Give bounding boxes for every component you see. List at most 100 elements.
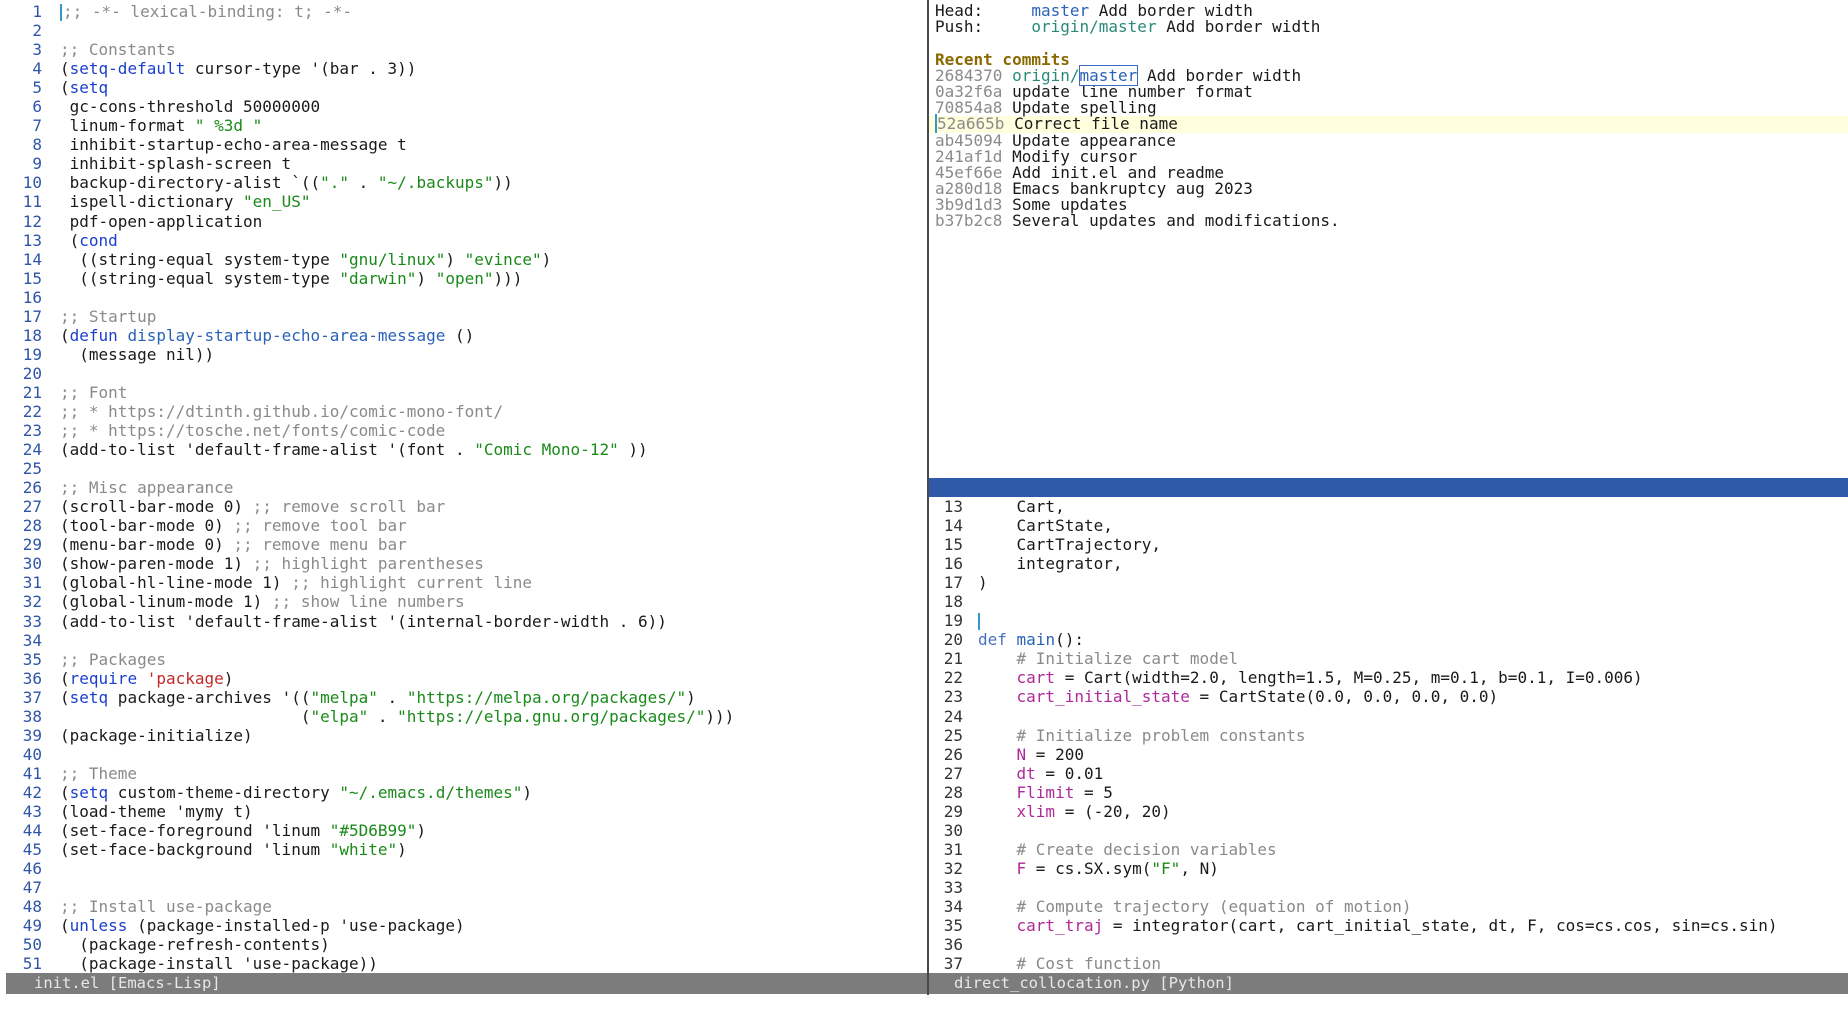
code-token: setq-default [69, 59, 186, 79]
code-line[interactable]: 21 ;; Font [0, 383, 927, 402]
code-line[interactable]: 25 # Initialize problem constants [929, 726, 1848, 745]
code-line[interactable]: 15 ((string-equal system-type "darwin") … [0, 269, 927, 288]
code-line[interactable]: 50 (package-refresh-contents) [0, 935, 927, 954]
code-line[interactable]: 8 inhibit-startup-echo-area-message t [0, 135, 927, 154]
editor-pane-direct-collocation[interactable]: 13 Cart, 14 CartState, 15 CartTrajectory, 1… [929, 497, 1848, 973]
code-line[interactable]: 32 (global-linum-mode 1) ;; show line num… [0, 592, 927, 611]
code-line[interactable]: 23 cart_initial_state = CartState(0.0, 0… [929, 687, 1848, 706]
code-line[interactable]: 45 (set-face-background 'linum "white") [0, 840, 927, 859]
code-line[interactable]: 48 ;; Install use-package [0, 897, 927, 916]
line-number: 3 [32, 40, 42, 60]
line-number: 32 [22, 592, 42, 612]
code-line[interactable]: 26 N = 200 [929, 745, 1848, 764]
code-line[interactable]: 9 inhibit-splash-screen t [0, 154, 927, 173]
code-line[interactable]: 21 # Initialize cart model [929, 649, 1848, 668]
code-line[interactable]: 24 [929, 707, 1848, 726]
code-token: "https://elpa.gnu.org/packages/" [397, 706, 706, 726]
code-line[interactable]: 36 [929, 935, 1848, 954]
code-line[interactable]: 37 # Cost function [929, 954, 1848, 973]
line-number: 11 [22, 192, 42, 212]
code-line[interactable]: 47 [0, 878, 927, 897]
code-line[interactable]: 22 ;; * https://dtinth.github.io/comic-mo… [0, 402, 927, 421]
line-number: 4 [32, 59, 42, 79]
code-line[interactable]: 31 (global-hl-line-mode 1) ;; highlight c… [0, 573, 927, 592]
code-line[interactable]: 44 (set-face-foreground 'linum "#5D6B99") [0, 821, 927, 840]
code-line[interactable]: 38 ("elpa" . "https://elpa.gnu.org/packa… [0, 707, 927, 726]
code-line[interactable]: 30 (show-paren-mode 1) ;; highlight paren… [0, 554, 927, 573]
code-text: (setq [60, 78, 108, 97]
code-line[interactable]: 23 ;; * https://tosche.net/fonts/comic-co… [0, 421, 927, 440]
code-line[interactable]: 24 (add-to-list 'default-frame-alist '(fo… [0, 440, 927, 459]
code-line[interactable]: 31 # Create decision variables [929, 840, 1848, 859]
code-line[interactable]: 17 ;; Startup [0, 307, 927, 326]
code-line[interactable]: 41 ;; Theme [0, 764, 927, 783]
code-line[interactable]: 27 dt = 0.01 [929, 764, 1848, 783]
editor-pane-init-el[interactable]: 1 ;; -*- lexical-binding: t; -*- 2 3 ;; Cons… [0, 0, 927, 973]
code-line[interactable]: 34 [0, 631, 927, 650]
code-line[interactable]: 20 [0, 364, 927, 383]
code-line[interactable]: 7 linum-format " %3d " [0, 116, 927, 135]
code-line[interactable]: 29 (menu-bar-mode 0) ;; remove menu bar [0, 535, 927, 554]
code-line[interactable]: 25 [0, 459, 927, 478]
push-branch[interactable]: origin/master [1031, 17, 1156, 36]
code-line[interactable]: 15 CartTrajectory, [929, 535, 1848, 554]
code-text: (message nil)) [60, 345, 214, 364]
code-line[interactable]: 16 [0, 288, 927, 307]
code-line[interactable]: 13 (cond [0, 231, 927, 250]
code-line[interactable]: 19 [929, 611, 1848, 631]
code-line[interactable]: 20 def main(): [929, 630, 1848, 649]
code-line[interactable]: 39 (package-initialize) [0, 726, 927, 745]
code-line[interactable]: 35 cart_traj = integrator(cart, cart_ini… [929, 916, 1848, 935]
code-line[interactable]: 6 gc-cons-threshold 50000000 [0, 97, 927, 116]
code-line[interactable]: 33 [929, 878, 1848, 897]
code-line[interactable]: 28 (tool-bar-mode 0) ;; remove tool bar [0, 516, 927, 535]
code-line[interactable]: 29 xlim = (-20, 20) [929, 802, 1848, 821]
code-line[interactable]: 11 ispell-dictionary "en_US" [0, 192, 927, 211]
code-line[interactable]: 49 (unless (package-installed-p 'use-pack… [0, 916, 927, 935]
code-line[interactable]: 14 ((string-equal system-type "gnu/linux… [0, 250, 927, 269]
code-line[interactable]: 34 # Compute trajectory (equation of mot… [929, 897, 1848, 916]
code-line[interactable]: 19 (message nil)) [0, 345, 927, 364]
magit-status-pane[interactable]: Head: master Add border width Push: orig… [929, 0, 1848, 478]
code-line[interactable]: 1 ;; -*- lexical-binding: t; -*- [0, 2, 927, 21]
code-line[interactable]: 13 Cart, [929, 497, 1848, 516]
commit-hash[interactable]: b37b2c8 [935, 211, 1002, 230]
code-text: CartTrajectory, [978, 535, 1162, 554]
code-line[interactable]: 36 (require 'package) [0, 669, 927, 688]
code-token: "gnu/linux" [339, 249, 446, 269]
code-line[interactable]: 22 cart = Cart(width=2.0, length=1.5, M=… [929, 668, 1848, 687]
code-line[interactable]: 10 backup-directory-alist `(("." . "~/.b… [0, 173, 927, 192]
code-line[interactable]: 3 ;; Constants [0, 40, 927, 59]
code-text: (package-initialize) [60, 726, 253, 745]
code-line[interactable]: 16 integrator, [929, 554, 1848, 573]
code-line[interactable]: 42 (setq custom-theme-directory "~/.emacs… [0, 783, 927, 802]
code-token: (tool-bar-mode 0) [60, 516, 234, 536]
code-line[interactable]: 18 [929, 592, 1848, 611]
code-line[interactable]: 46 [0, 859, 927, 878]
code-line[interactable]: 2 [0, 21, 927, 40]
code-line[interactable]: 26 ;; Misc appearance [0, 478, 927, 497]
code-line[interactable]: 35 ;; Packages [0, 650, 927, 669]
code-line[interactable]: 27 (scroll-bar-mode 0) ;; remove scroll b… [0, 497, 927, 516]
code-token: 'package [146, 668, 224, 688]
code-line[interactable]: 33 (add-to-list 'default-frame-alist '(in… [0, 612, 927, 631]
code-line[interactable]: 18 (defun display-startup-echo-area-messa… [0, 326, 927, 345]
code-line[interactable]: 37 (setq package-archives '(("melpa" . "h… [0, 688, 927, 707]
line-number: 16 [22, 287, 42, 307]
commit-row[interactable]: b37b2c8 Several updates and modification… [929, 213, 1848, 229]
code-line[interactable]: 28 Flimit = 5 [929, 783, 1848, 802]
code-token: defun [69, 325, 118, 345]
code-line[interactable]: 5 (setq [0, 78, 927, 97]
code-line[interactable]: 30 [929, 821, 1848, 840]
code-line[interactable]: 40 [0, 745, 927, 764]
magit-push-row[interactable]: Push: origin/master Add border width [929, 19, 1848, 35]
code-line[interactable]: 32 F = cs.SX.sym("F", N) [929, 859, 1848, 878]
code-line[interactable]: 12 pdf-open-application [0, 212, 927, 231]
code-line[interactable]: 17) [929, 573, 1848, 592]
code-line[interactable]: 51 (package-install 'use-package)) [0, 954, 927, 973]
code-line[interactable]: 43 (load-theme 'mymy t) [0, 802, 927, 821]
code-line[interactable]: 14 CartState, [929, 516, 1848, 535]
code-line[interactable]: 4 (setq-default cursor-type '(bar . 3)) [0, 59, 927, 78]
